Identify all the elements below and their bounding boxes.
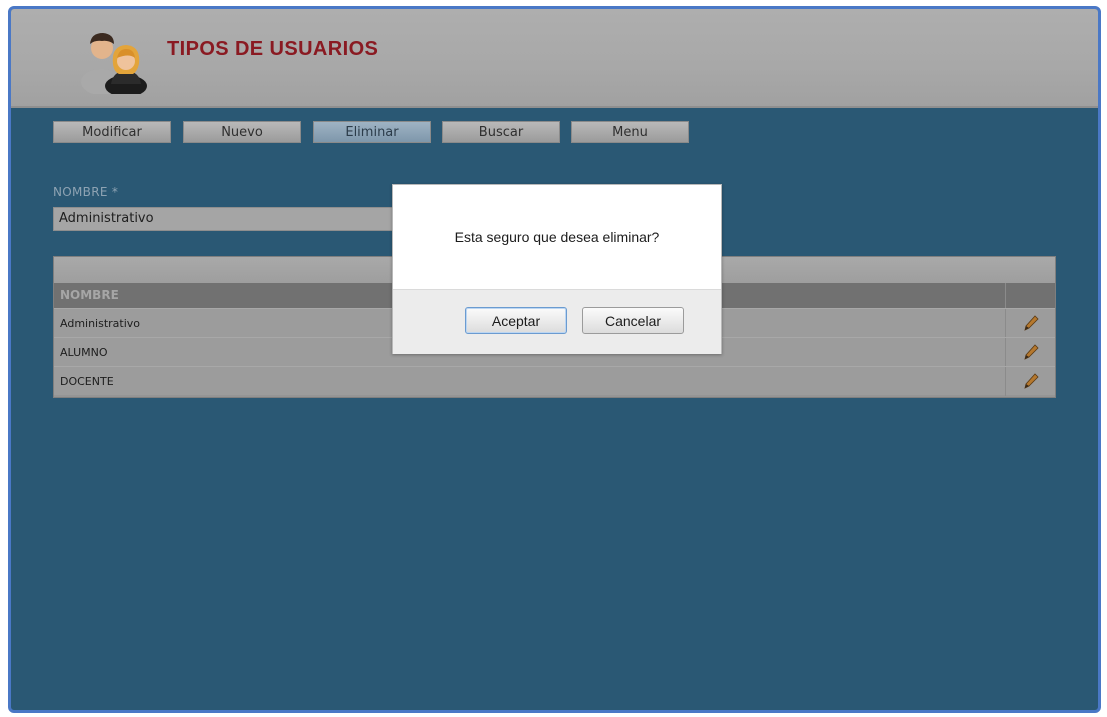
users-icon xyxy=(81,33,147,94)
app-window: TIPOS DE USUARIOS Modificar Nuevo Elimin… xyxy=(8,6,1101,713)
confirm-dialog: Esta seguro que desea eliminar? Aceptar … xyxy=(392,184,722,354)
accept-button[interactable]: Aceptar xyxy=(465,307,567,334)
menu-button[interactable]: Menu xyxy=(571,121,689,143)
row-name: DOCENTE xyxy=(60,375,114,388)
buscar-button[interactable]: Buscar xyxy=(442,121,560,143)
pencil-icon[interactable] xyxy=(1021,313,1041,333)
column-header-nombre[interactable]: NOMBRE xyxy=(60,283,119,308)
pencil-icon[interactable] xyxy=(1021,371,1041,391)
dialog-message: Esta seguro que desea eliminar? xyxy=(454,229,660,245)
page-title: TIPOS DE USUARIOS xyxy=(167,38,379,60)
column-divider xyxy=(1005,338,1006,367)
dialog-footer: Aceptar Cancelar xyxy=(393,289,721,354)
row-name: ALUMNO xyxy=(60,346,108,359)
column-divider xyxy=(1005,367,1006,396)
nombre-label: NOMBRE * xyxy=(53,185,119,199)
column-divider xyxy=(1005,283,1006,308)
nuevo-button[interactable]: Nuevo xyxy=(183,121,301,143)
nombre-input[interactable]: Administrativo xyxy=(53,207,393,231)
cancel-button[interactable]: Cancelar xyxy=(582,307,684,334)
row-name: Administrativo xyxy=(60,317,141,330)
eliminar-button[interactable]: Eliminar xyxy=(313,121,431,143)
modificar-button[interactable]: Modificar xyxy=(53,121,171,143)
page-header: TIPOS DE USUARIOS xyxy=(11,9,1098,108)
table-row[interactable]: DOCENTE xyxy=(54,366,1055,396)
pencil-icon[interactable] xyxy=(1021,342,1041,362)
column-divider xyxy=(1005,309,1006,338)
